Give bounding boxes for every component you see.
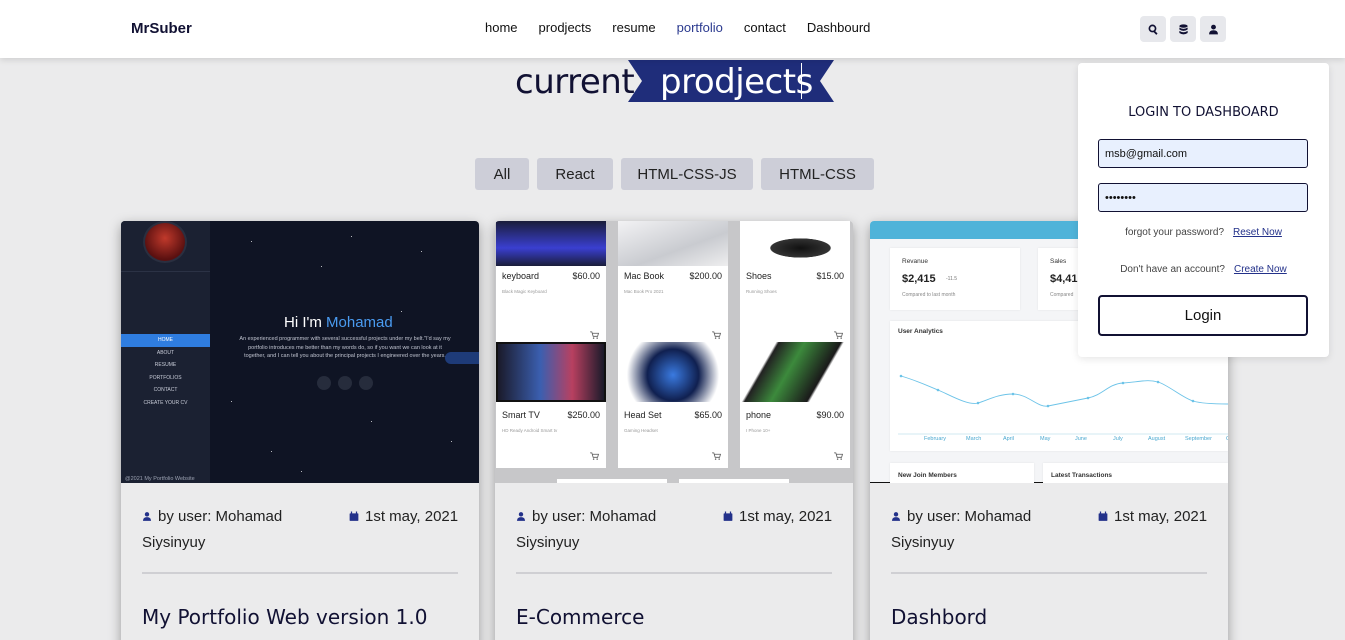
theme-toggle-icon bbox=[445, 352, 479, 364]
main-nav: home prodjects resume portfolio contact … bbox=[485, 20, 870, 35]
preview-product: Smart TV $250.00 HD Ready Android Smart … bbox=[496, 342, 606, 468]
nav-home[interactable]: home bbox=[485, 20, 518, 35]
cart-icon bbox=[590, 452, 599, 460]
github-icon bbox=[338, 376, 352, 390]
preview-product: Shoes $15.00 Running Shoes bbox=[740, 221, 850, 347]
card-divider bbox=[891, 572, 1207, 574]
preview-menu-item: ABOUT bbox=[156, 349, 175, 356]
card-author: by user: Mohamad Siysinyuy bbox=[142, 508, 283, 551]
filter-all[interactable]: All bbox=[475, 158, 529, 190]
project-preview-portfolio: HOME ABOUT RESUME PORTFOLIOS CONTACT CRE… bbox=[121, 221, 479, 483]
user-icon bbox=[1208, 24, 1218, 34]
filter-html-css[interactable]: HTML-CSS bbox=[761, 158, 874, 190]
preview-menu-item: HOME bbox=[121, 334, 210, 347]
facebook-icon bbox=[317, 376, 331, 390]
password-field[interactable] bbox=[1098, 183, 1308, 212]
filter-html-css-js[interactable]: HTML-CSS-JS bbox=[621, 158, 753, 190]
card-author: by user: Mohamad Siysinyuy bbox=[516, 508, 657, 551]
search-icon bbox=[1148, 24, 1158, 35]
preview-product: keyboard $60.00 Black Magic Keyboard bbox=[496, 221, 606, 347]
preview-greeting: Hi I'm Mohamad bbox=[284, 314, 393, 331]
card-date: 1st may, 2021 bbox=[349, 504, 459, 530]
cart-icon bbox=[712, 331, 721, 339]
preview-footer: @2021 My Portfolio Website bbox=[125, 476, 195, 482]
user-icon bbox=[142, 512, 152, 521]
preview-product: Head Set $65.00 Gaming Headset bbox=[618, 342, 728, 468]
create-now-link[interactable]: Create Now bbox=[1234, 264, 1287, 275]
email-field[interactable] bbox=[1098, 139, 1308, 168]
card-date: 1st may, 2021 bbox=[723, 504, 833, 530]
preview-intro: An experienced programmer with several s… bbox=[239, 336, 451, 359]
nav-portfolio[interactable]: portfolio bbox=[677, 20, 723, 35]
user-button[interactable] bbox=[1200, 16, 1226, 42]
revenue-widget: Revanue $2,415 -11.5 Compared to last mo… bbox=[890, 248, 1020, 310]
latest-transactions-widget: Latest Transactions bbox=[1043, 463, 1228, 483]
login-panel: LOGIN TO DASHBOARD forgot your password?… bbox=[1078, 63, 1329, 357]
cart-icon bbox=[834, 331, 843, 339]
create-account-row: Don't have an account? Create Now bbox=[1120, 264, 1287, 275]
nav-dashbourd[interactable]: Dashbourd bbox=[807, 20, 871, 35]
analytics-line bbox=[898, 374, 1228, 435]
preview-menu-item: CREATE YOUR CV bbox=[143, 399, 188, 406]
card-title[interactable]: My Portfolio Web version 1.0 bbox=[142, 605, 427, 629]
cart-icon bbox=[712, 452, 721, 460]
card-title[interactable]: Dashbord bbox=[891, 605, 987, 629]
avatar bbox=[143, 221, 187, 263]
filter-react[interactable]: React bbox=[537, 158, 613, 190]
preview-menu-item: PORTFOLIOS bbox=[149, 374, 182, 381]
card-author: by user: Mohamad Siysinyuy bbox=[891, 508, 1032, 551]
card-divider bbox=[142, 572, 458, 574]
login-title: LOGIN TO DASHBOARD bbox=[1128, 105, 1279, 120]
site-logo[interactable]: MrSuber bbox=[131, 20, 192, 37]
cart-icon bbox=[590, 331, 599, 339]
reset-now-link[interactable]: Reset Now bbox=[1233, 227, 1282, 238]
calendar-icon bbox=[1098, 511, 1108, 521]
calendar-icon bbox=[723, 511, 733, 521]
card-title[interactable]: E-Commerce bbox=[516, 605, 644, 629]
title-prodjects: prodjects bbox=[660, 62, 813, 102]
login-button[interactable]: Login bbox=[1098, 295, 1308, 336]
forgot-password-row: forgot your password? Reset Now bbox=[1125, 227, 1282, 238]
preview-product: phone $90.00 I Phone 10+ bbox=[740, 342, 850, 468]
project-preview-ecommerce: keyboard $60.00 Black Magic Keyboard Mac… bbox=[495, 221, 853, 483]
preview-menu-item: RESUME bbox=[154, 362, 177, 368]
user-icon bbox=[891, 512, 901, 521]
calendar-icon bbox=[349, 511, 359, 521]
card-divider bbox=[516, 572, 832, 574]
nav-resume[interactable]: resume bbox=[612, 20, 655, 35]
project-card-ecommerce[interactable]: keyboard $60.00 Black Magic Keyboard Mac… bbox=[495, 221, 853, 640]
preview-menu-item: CONTACT bbox=[153, 387, 178, 393]
header-icon-buttons bbox=[1140, 16, 1226, 42]
user-icon bbox=[516, 512, 526, 521]
database-button[interactable] bbox=[1170, 16, 1196, 42]
new-members-widget: New Join Members bbox=[890, 463, 1034, 483]
nav-prodjects[interactable]: prodjects bbox=[539, 20, 592, 35]
filter-bar: All React HTML-CSS-JS HTML-CSS bbox=[475, 158, 874, 190]
nav-contact[interactable]: contact bbox=[744, 20, 786, 35]
preview-socials bbox=[317, 376, 373, 390]
youtube-icon bbox=[359, 376, 373, 390]
cart-icon bbox=[834, 452, 843, 460]
card-date: 1st may, 2021 bbox=[1098, 504, 1208, 530]
top-navbar: MrSuber home prodjects resume portfolio … bbox=[0, 0, 1345, 58]
database-icon bbox=[1178, 23, 1188, 34]
title-current: current bbox=[515, 62, 635, 102]
preview-sidebar: HOME ABOUT RESUME PORTFOLIOS CONTACT CRE… bbox=[121, 221, 210, 483]
preview-menu: HOME ABOUT RESUME PORTFOLIOS CONTACT CRE… bbox=[121, 334, 210, 409]
preview-product: Mac Book $200.00 Mac Book Pro 2021 bbox=[618, 221, 728, 347]
project-card-portfolio[interactable]: HOME ABOUT RESUME PORTFOLIOS CONTACT CRE… bbox=[121, 221, 479, 640]
search-button[interactable] bbox=[1140, 16, 1166, 42]
